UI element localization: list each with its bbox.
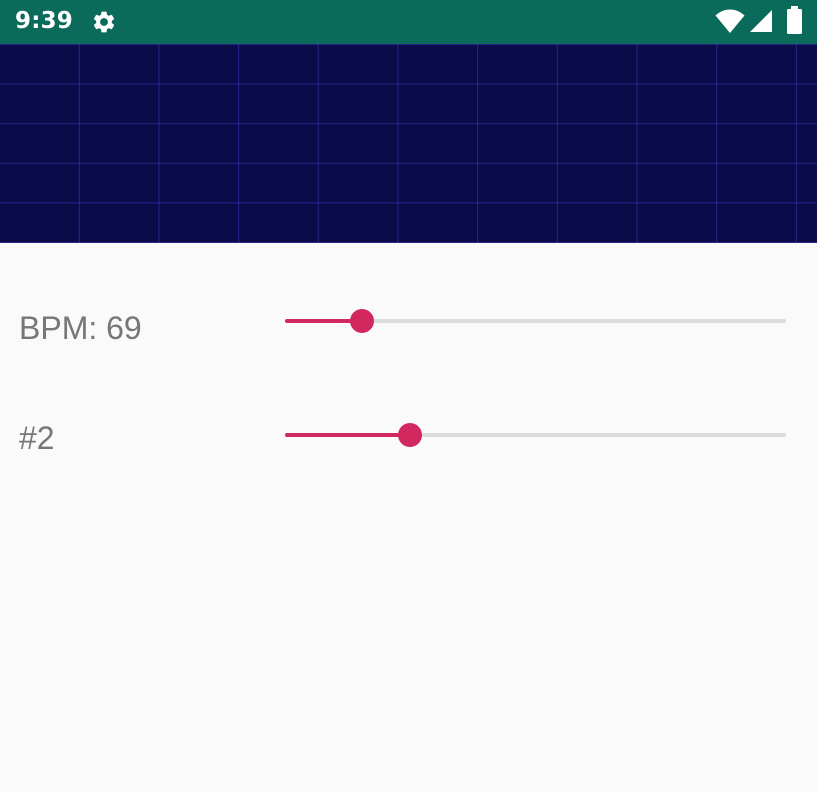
second-slider-label: #2 [19,420,55,456]
second-slider-thumb[interactable] [398,423,423,447]
wifi-icon [715,9,745,33]
gear-icon [93,11,115,33]
signal-icon [750,10,772,32]
app-screen: 9:39 BPM: 69 #2 [0,0,817,792]
second-slider[interactable] [285,420,786,450]
bpm-label: BPM: 69 [19,310,142,346]
second-slider-fill [285,433,411,437]
bpm-slider-thumb[interactable] [350,309,375,333]
status-time: 9:39 [15,8,74,34]
battery-icon [787,6,802,34]
status-bar: 9:39 [0,0,817,44]
visualizer-grid [0,44,817,243]
bpm-slider[interactable] [285,306,786,336]
